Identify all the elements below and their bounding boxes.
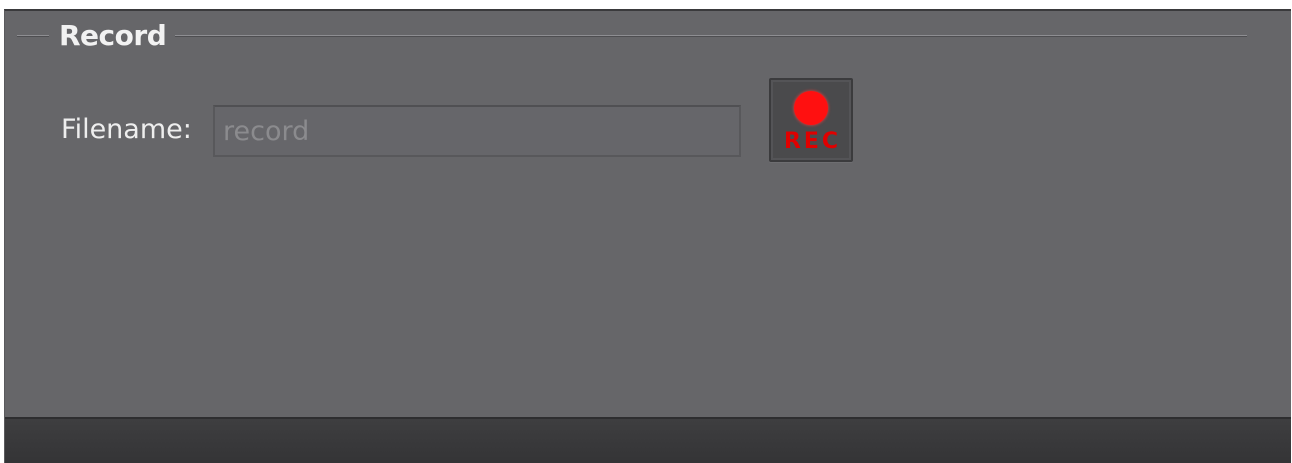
record-button-label: REC <box>783 129 842 154</box>
groupbox-title: Record <box>59 19 167 52</box>
filename-label: Filename: <box>61 114 192 145</box>
record-dot-icon <box>794 91 828 125</box>
record-panel: Record Filename: REC <box>4 9 1291 463</box>
filename-input[interactable] <box>213 105 741 157</box>
record-groupbox-header: Record <box>5 11 1291 61</box>
groupbox-divider-right <box>175 35 1247 37</box>
status-bar <box>5 417 1291 463</box>
record-button[interactable]: REC <box>769 78 853 162</box>
groupbox-divider-left <box>17 35 49 37</box>
